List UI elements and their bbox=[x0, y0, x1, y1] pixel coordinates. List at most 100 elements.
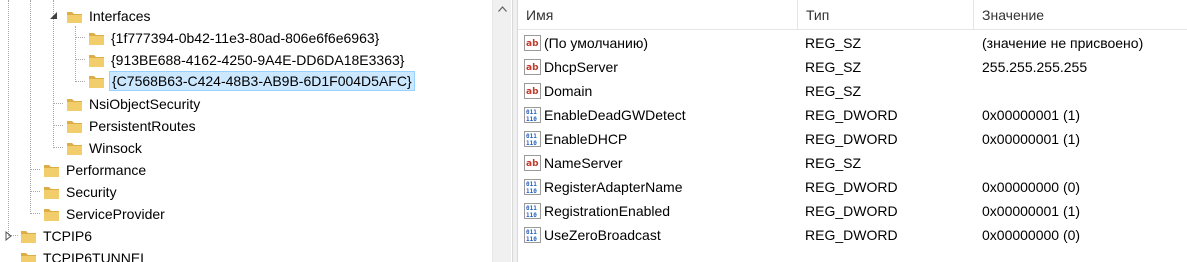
value-name: EnableDeadGWDetect bbox=[544, 107, 686, 123]
registry-value-row[interactable]: 011 110 UseZeroBroadcast REG_DWORD 0x0000000… bbox=[518, 223, 1187, 247]
folder-icon bbox=[67, 98, 82, 111]
tree-item-guid-913be688[interactable]: {913BE688-4162-4250-9A4E-DD6DA18E3363} bbox=[88, 49, 406, 71]
tree-guide-line bbox=[53, 147, 63, 148]
value-type: REG_DWORD bbox=[805, 107, 898, 123]
expand-collapse-icon[interactable] bbox=[48, 10, 59, 21]
folder-icon bbox=[89, 54, 104, 67]
column-header-name[interactable]: Имя bbox=[518, 0, 798, 30]
folder-icon bbox=[67, 142, 82, 155]
svg-text:ab: ab bbox=[526, 87, 539, 97]
svg-text:110: 110 bbox=[526, 212, 537, 219]
tree-item-tcpip6[interactable]: TCPIP6 bbox=[20, 225, 94, 247]
registry-value-row[interactable]: ab DhcpServer REG_SZ 255.255.255.255 bbox=[518, 55, 1187, 79]
tree-item-persistentroutes[interactable]: PersistentRoutes bbox=[66, 115, 198, 137]
tree-item-label: Performance bbox=[66, 162, 147, 178]
binary-value-icon: 011110 bbox=[524, 107, 541, 123]
tree-item-performance[interactable]: Performance bbox=[43, 159, 148, 181]
registry-value-row[interactable]: ab NameServer REG_SZ bbox=[518, 151, 1187, 175]
binary-value-icon: 011110 bbox=[524, 227, 541, 243]
value-data: 0x00000001 (1) bbox=[982, 203, 1081, 219]
tree-guide-line bbox=[8, 0, 9, 236]
registry-values-list: Имя Тип Значение ab (По умолчанию) REG_SZ (… bbox=[518, 0, 1187, 262]
tree-item-label: PersistentRoutes bbox=[89, 118, 196, 134]
tree-guide-line bbox=[53, 103, 63, 104]
value-type-cell: REG_DWORD bbox=[805, 103, 898, 127]
folder-icon bbox=[67, 120, 82, 133]
folder-icon bbox=[44, 208, 59, 221]
value-name-cell: 011 110 EnableDHCP bbox=[524, 127, 627, 151]
tree-guide-line bbox=[30, 169, 40, 170]
string-value-icon: ab bbox=[524, 155, 541, 171]
tree-item-tcpip6tunnel[interactable]: TCPIP6TUNNEL bbox=[20, 247, 150, 262]
column-header-value[interactable]: Значение bbox=[974, 0, 1187, 30]
tree-item-label: {913BE688-4162-4250-9A4E-DD6DA18E3363} bbox=[111, 52, 405, 68]
registry-value-row[interactable]: ab Domain REG_SZ bbox=[518, 79, 1187, 103]
value-data: 0x00000001 (1) bbox=[982, 107, 1081, 123]
tree-guide-line bbox=[75, 26, 76, 82]
registry-value-row[interactable]: 011 110 EnableDeadGWDetect REG_DWORD 0x00000… bbox=[518, 103, 1187, 127]
tree-item-nsiobjectsecurity[interactable]: NsiObjectSecurity bbox=[66, 93, 202, 115]
registry-value-row[interactable]: 011 110 RegistrationEnabled REG_DWORD 0x0000… bbox=[518, 199, 1187, 223]
value-type-cell: REG_DWORD bbox=[805, 199, 898, 223]
value-name-cell: 011 110 UseZeroBroadcast bbox=[524, 223, 661, 247]
column-header-type[interactable]: Тип bbox=[798, 0, 974, 30]
value-type: REG_SZ bbox=[805, 35, 862, 51]
tree-item-serviceprovider[interactable]: ServiceProvider bbox=[43, 203, 167, 225]
tree-guide-line bbox=[75, 59, 85, 60]
value-type: REG_DWORD bbox=[805, 131, 898, 147]
folder-icon bbox=[21, 230, 36, 243]
tree-guide-line bbox=[30, 0, 31, 214]
tree-vertical-scrollbar[interactable] bbox=[492, 0, 511, 262]
tree-item-guid-c7568b63[interactable]: {C7568B63-C424-48B3-AB9B-6D1F004D5AFC} bbox=[88, 70, 415, 92]
tree-item-label: Security bbox=[66, 184, 117, 200]
value-type: REG_SZ bbox=[805, 155, 862, 171]
svg-text:011: 011 bbox=[526, 181, 537, 188]
tree-item-winsock[interactable]: Winsock bbox=[66, 137, 144, 159]
folder-icon bbox=[44, 186, 59, 199]
registry-value-row[interactable]: 011 110 EnableDHCP REG_DWORD 0x00000001 (1) bbox=[518, 127, 1187, 151]
tree-item-label: {1f777394-0b42-11e3-80ad-806e6f6e6963} bbox=[111, 30, 380, 46]
value-name-cell: ab Domain bbox=[524, 79, 592, 103]
value-name-cell: ab (По умолчанию) bbox=[524, 31, 648, 55]
tree-guide-line bbox=[53, 125, 63, 126]
svg-text:110: 110 bbox=[526, 116, 537, 123]
value-data: 0x00000000 (0) bbox=[982, 227, 1081, 243]
svg-text:ab: ab bbox=[526, 159, 539, 169]
value-name: NameServer bbox=[544, 155, 623, 171]
value-data-cell: 0x00000001 (1) bbox=[982, 199, 1080, 223]
scroll-up-arrow-icon[interactable] bbox=[493, 0, 511, 18]
value-type-cell: REG_DWORD bbox=[805, 175, 898, 199]
binary-value-icon: 011110 bbox=[524, 179, 541, 195]
tree-guide-line bbox=[30, 191, 40, 192]
svg-text:ab: ab bbox=[526, 63, 539, 73]
folder-icon bbox=[89, 75, 104, 88]
string-value-icon: ab bbox=[524, 83, 541, 99]
expand-collapse-icon[interactable] bbox=[3, 230, 14, 241]
tree-item-label: TCPIP6 bbox=[43, 228, 93, 244]
folder-icon bbox=[21, 252, 36, 262]
value-data-cell: 255.255.255.255 bbox=[982, 55, 1087, 79]
tree-item-label: Interfaces bbox=[89, 8, 151, 24]
value-data: 0x00000001 (1) bbox=[982, 131, 1081, 147]
value-type-cell: REG_SZ bbox=[805, 31, 861, 55]
value-type: REG_SZ bbox=[805, 83, 862, 99]
value-name: UseZeroBroadcast bbox=[544, 227, 661, 243]
tree-item-interfaces[interactable]: Interfaces bbox=[66, 5, 152, 27]
tree-item-guid-1f777394[interactable]: {1f777394-0b42-11e3-80ad-806e6f6e6963} bbox=[88, 27, 381, 49]
value-name-cell: 011 110 RegistrationEnabled bbox=[524, 199, 670, 223]
value-name: EnableDHCP bbox=[544, 131, 628, 147]
value-data-cell: 0x00000001 (1) bbox=[982, 103, 1080, 127]
tree-item-label: NsiObjectSecurity bbox=[89, 96, 201, 112]
svg-text:110: 110 bbox=[526, 188, 537, 195]
value-name: DhcpServer bbox=[544, 59, 618, 75]
registry-value-row[interactable]: 011 110 RegisterAdapterName REG_DWORD 0x0000… bbox=[518, 175, 1187, 199]
registry-value-row[interactable]: ab (По умолчанию) REG_SZ (значение не присв… bbox=[518, 31, 1187, 55]
tree-item-security[interactable]: Security bbox=[43, 181, 119, 203]
value-name-cell: 011 110 EnableDeadGWDetect bbox=[524, 103, 686, 127]
value-type: REG_DWORD bbox=[805, 179, 898, 195]
svg-text:011: 011 bbox=[526, 229, 537, 236]
value-name: (По умолчанию) bbox=[544, 35, 649, 51]
value-type: REG_DWORD bbox=[805, 203, 898, 219]
binary-value-icon: 011110 bbox=[524, 203, 541, 219]
value-data-cell: 0x00000000 (0) bbox=[982, 175, 1080, 199]
